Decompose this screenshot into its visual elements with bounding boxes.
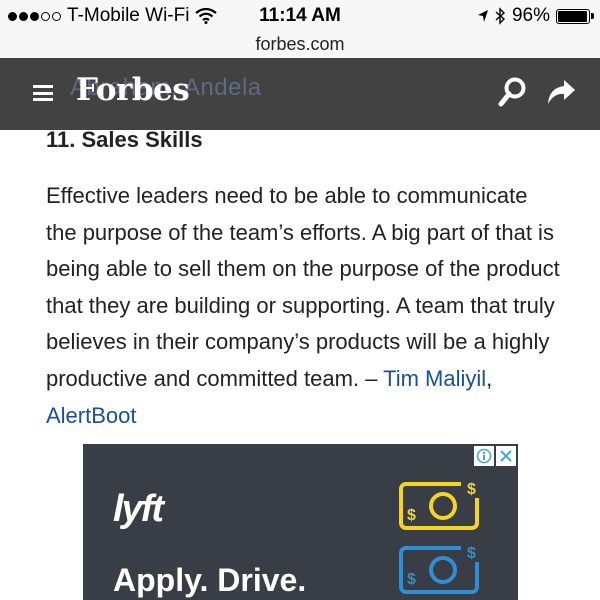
battery-percentage: 96%: [511, 5, 550, 26]
section-heading: 11. Sales Skills: [46, 127, 203, 152]
menu-icon[interactable]: [33, 85, 53, 101]
battery-level: [558, 10, 587, 22]
article-body-text: Effective leaders need to be able to com…: [46, 183, 560, 391]
ad-choices: [474, 446, 516, 466]
url-bar[interactable]: forbes.com: [0, 34, 600, 58]
svg-text:$: $: [407, 571, 416, 588]
author-link[interactable]: Tim Maliyil: [383, 366, 486, 391]
money-icon: $ $: [399, 476, 487, 530]
share-icon[interactable]: [546, 78, 576, 108]
svg-text:$: $: [467, 545, 476, 562]
article-paragraph: Effective leaders need to be able to com…: [46, 178, 561, 434]
forbes-logo[interactable]: Forbes: [76, 72, 190, 108]
lyft-ad-banner[interactable]: lyft Apply. Drive. $ $ $ $: [83, 444, 518, 600]
adchoices-icon[interactable]: [474, 446, 494, 466]
ad-headline: Apply. Drive.: [113, 562, 307, 598]
svg-text:$: $: [407, 507, 416, 524]
link-separator: ,: [486, 365, 493, 391]
company-link[interactable]: AlertBoot: [46, 403, 137, 428]
search-icon[interactable]: [498, 76, 528, 110]
bluetooth-icon: [495, 7, 505, 25]
close-icon[interactable]: [496, 446, 516, 466]
site-header: Abraham, Andela Forbes: [0, 58, 600, 130]
status-bar-right: 96%: [477, 5, 594, 27]
svg-text:$: $: [467, 481, 476, 498]
status-bar: T-Mobile Wi-Fi 11:14 AM 96%: [0, 0, 600, 34]
lyft-logo: lyft: [113, 488, 164, 530]
location-arrow-icon: [477, 10, 488, 22]
battery-icon: [556, 8, 594, 24]
money-icon: $ $: [399, 540, 487, 594]
